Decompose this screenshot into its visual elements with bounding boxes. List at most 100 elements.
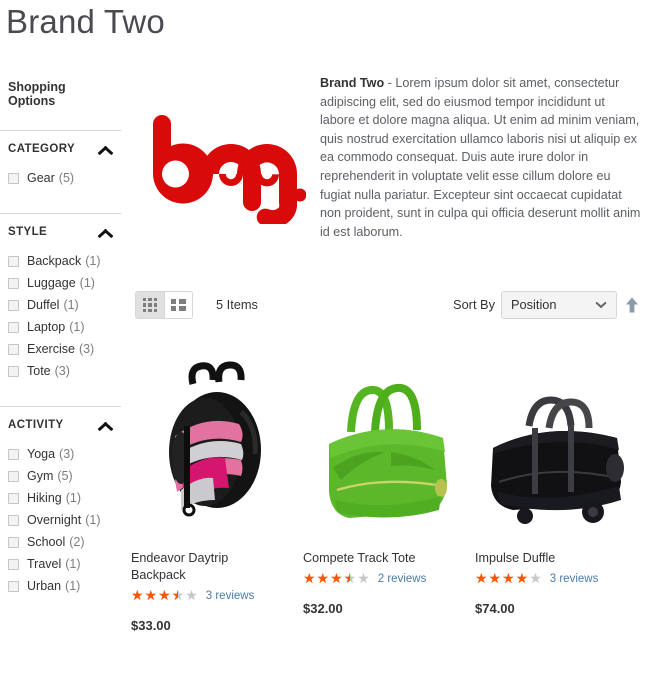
filter-option-label: Overnight — [27, 513, 82, 527]
chevron-up-icon — [97, 226, 113, 238]
filter-options: Backpack (1) Luggage (1) Duffel (1) Laptop (1) E… — [0, 248, 121, 390]
list-view-button[interactable] — [164, 292, 192, 318]
filter-option-overnight[interactable]: Overnight (1) — [0, 509, 121, 531]
product-image-pink-black-backpack[interactable] — [131, 340, 296, 540]
checkbox[interactable] — [8, 343, 19, 355]
filter-option-count: (1) — [63, 298, 79, 312]
filter-option-laptop[interactable]: Laptop (1) — [0, 316, 121, 338]
product-name[interactable]: Compete Track Tote — [303, 550, 453, 567]
sidebar-filters: Shopping Options CATEGORY Gear (5) STYLE Bac… — [0, 74, 121, 605]
filter-option-count: (3) — [59, 447, 75, 461]
product-rating: ★★★★★★★★★★ 2 reviews — [303, 571, 468, 587]
product-grid: Endeavor Daytrip Backpack ★★★★★★★★★★ 3 rev… — [131, 340, 646, 633]
filter-option-label: Hiking — [27, 491, 62, 505]
checkbox[interactable] — [8, 470, 19, 482]
checkbox[interactable] — [8, 536, 19, 548]
filter-option-count: (1) — [85, 513, 101, 527]
filter-option-label: Exercise — [27, 342, 75, 356]
filter-option-count: (3) — [54, 364, 70, 378]
sort-by-label: Sort By — [453, 297, 495, 312]
checkbox[interactable] — [8, 255, 19, 267]
filter-option-label: Yoga — [27, 447, 56, 461]
checkbox[interactable] — [8, 580, 19, 592]
product-card[interactable]: Endeavor Daytrip Backpack ★★★★★★★★★★ 3 rev… — [131, 340, 303, 633]
filter-option-label: Backpack — [27, 254, 82, 268]
brand-logo — [140, 112, 307, 228]
grid-icon — [143, 298, 157, 312]
filter-option-backpack[interactable]: Backpack (1) — [0, 250, 121, 272]
filter-header-activity[interactable]: ACTIVITY — [0, 407, 121, 441]
filter-block-style: STYLE Backpack (1) Luggage (1) Duffel (1) Lapto… — [0, 213, 121, 390]
view-mode-switcher — [135, 291, 193, 319]
product-image-black-rolling-duffle[interactable] — [475, 340, 640, 540]
sort-direction-button[interactable] — [622, 295, 642, 315]
filter-option-yoga[interactable]: Yoga (3) — [0, 443, 121, 465]
star-rating-icon: ★★★★★★★★★★ — [475, 571, 543, 587]
checkbox[interactable] — [8, 492, 19, 504]
product-card[interactable]: Impulse Duffle ★★★★★★★★★★ 3 reviews $74.00 — [475, 340, 646, 633]
product-image-green-tote-bag[interactable] — [303, 340, 468, 540]
product-price: $32.00 — [303, 601, 343, 616]
shopping-options-heading: Shopping Options — [8, 80, 66, 108]
filter-option-duffel[interactable]: Duffel (1) — [0, 294, 121, 316]
filter-header-category[interactable]: CATEGORY — [0, 131, 121, 165]
chevron-down-icon — [595, 302, 607, 310]
brand-description: Brand Two - Lorem ipsum dolor sit amet, … — [320, 74, 642, 241]
filter-block-category: CATEGORY Gear (5) — [0, 130, 121, 197]
filter-option-label: Laptop — [27, 320, 66, 334]
checkbox[interactable] — [8, 172, 19, 184]
star-rating-icon: ★★★★★★★★★★ — [131, 588, 199, 604]
filter-option-label: Luggage — [27, 276, 76, 290]
checkbox[interactable] — [8, 558, 19, 570]
checkbox[interactable] — [8, 277, 19, 289]
filter-option-count: (1) — [69, 320, 85, 334]
product-price: $33.00 — [131, 618, 171, 633]
checkbox[interactable] — [8, 514, 19, 526]
filter-options: Gear (5) — [0, 165, 121, 197]
grid-view-button[interactable] — [136, 292, 164, 318]
filter-option-label: Tote — [27, 364, 51, 378]
page-title: Brand Two — [6, 3, 165, 40]
brand-description-lead: Brand Two — [320, 76, 385, 90]
filter-option-school[interactable]: School (2) — [0, 531, 121, 553]
chevron-up-icon — [97, 143, 113, 155]
filter-title: CATEGORY — [8, 143, 76, 155]
checkbox[interactable] — [8, 321, 19, 333]
filter-title: STYLE — [8, 226, 48, 238]
product-name[interactable]: Endeavor Daytrip Backpack — [131, 550, 281, 584]
checkbox[interactable] — [8, 299, 19, 311]
chevron-up-icon — [97, 419, 113, 431]
filter-option-count: (3) — [78, 342, 95, 356]
filter-title: ACTIVITY — [8, 419, 64, 431]
filter-option-label: School — [27, 535, 66, 549]
filter-option-luggage[interactable]: Luggage (1) — [0, 272, 121, 294]
product-reviews-link[interactable]: 3 reviews — [550, 573, 599, 585]
product-reviews-link[interactable]: 3 reviews — [206, 590, 255, 602]
filter-block-activity: ACTIVITY Yoga (3) Gym (5) Hiking (1) Overnight(… — [0, 406, 121, 605]
product-price: $74.00 — [475, 601, 515, 616]
filter-option-hiking[interactable]: Hiking (1) — [0, 487, 121, 509]
star-rating-icon: ★★★★★★★★★★ — [303, 571, 371, 587]
product-name[interactable]: Impulse Duffle — [475, 550, 625, 567]
items-count: 5 Items — [216, 297, 258, 312]
product-toolbar: 5 Items Sort By Position — [131, 291, 646, 321]
list-icon — [171, 298, 186, 312]
filter-header-style[interactable]: STYLE — [0, 214, 121, 248]
filter-option-count: (2) — [69, 535, 85, 549]
filter-option-gym[interactable]: Gym (5) — [0, 465, 121, 487]
category-page: Brand Two Shopping Options CATEGORY Gear(… — [0, 0, 646, 679]
filter-option-urban[interactable]: Urban (1) — [0, 575, 121, 597]
filter-option-count: (1) — [65, 491, 82, 505]
checkbox[interactable] — [8, 448, 19, 460]
filter-option-tote[interactable]: Tote (3) — [0, 360, 121, 382]
filter-option-gear[interactable]: Gear (5) — [0, 167, 121, 189]
checkbox[interactable] — [8, 365, 19, 377]
filter-option-travel[interactable]: Travel (1) — [0, 553, 121, 575]
product-card[interactable]: Compete Track Tote ★★★★★★★★★★ 2 reviews $32… — [303, 340, 475, 633]
filter-option-label: Urban — [27, 579, 62, 593]
filter-options: Yoga (3) Gym (5) Hiking (1) Overnight (1) School… — [0, 441, 121, 605]
filter-option-count: (1) — [79, 276, 95, 290]
filter-option-label: Gym — [27, 469, 54, 483]
filter-option-exercise[interactable]: Exercise (3) — [0, 338, 121, 360]
product-reviews-link[interactable]: 2 reviews — [378, 573, 427, 585]
